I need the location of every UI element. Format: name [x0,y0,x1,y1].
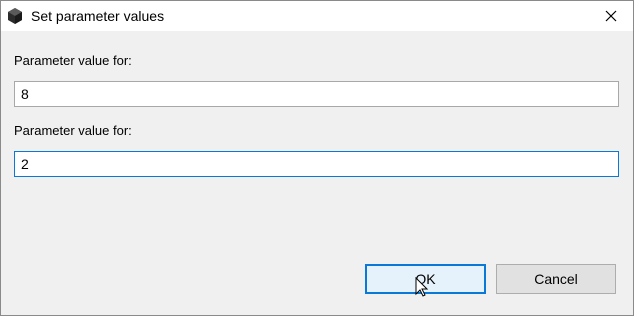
dialog-window: Set parameter values Parameter value for… [0,0,634,316]
parameter-label-1: Parameter value for: [14,53,132,68]
parameter-input-2[interactable] [14,151,619,177]
close-icon [605,10,617,22]
parameter-input-1[interactable] [14,81,619,107]
cube-app-icon [6,7,24,25]
close-button[interactable] [589,1,633,31]
cancel-button[interactable]: Cancel [496,264,616,294]
mouse-pointer-icon [415,276,429,302]
parameter-label-2: Parameter value for: [14,123,132,138]
dialog-content: Parameter value for: Parameter value for… [1,31,633,315]
title-bar[interactable]: Set parameter values [1,1,633,31]
dialog-title: Set parameter values [31,8,165,24]
